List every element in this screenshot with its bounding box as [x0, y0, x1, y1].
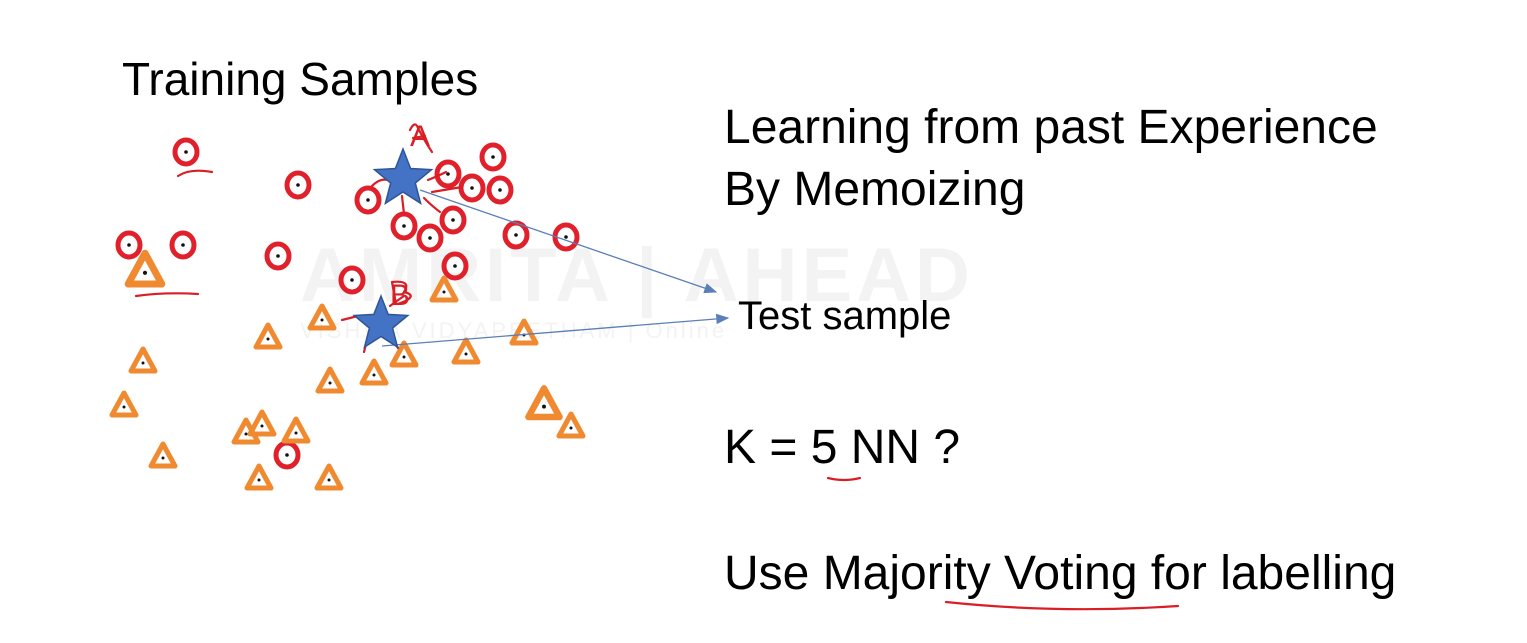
red-circle-icon — [175, 140, 197, 164]
link-stroke — [422, 196, 442, 214]
red-circle-icon — [461, 176, 483, 200]
arrow-a — [419, 189, 718, 294]
red-circle-icon — [341, 268, 363, 292]
orange-triangle-icon — [310, 306, 334, 328]
blue-star-icon — [372, 146, 434, 205]
orange-triangle-icon — [256, 325, 280, 347]
red-circle-icon — [442, 208, 464, 232]
orange-triangle-icon — [512, 321, 536, 343]
star-a-label: A — [410, 120, 430, 153]
orange-triangle-icon — [247, 466, 271, 488]
sample-scatter: A B — [0, 120, 1180, 611]
red-circle-icon — [419, 226, 441, 250]
orange-triangle-icon — [432, 278, 456, 300]
red-circle-icon — [118, 233, 140, 257]
orange-triangle-icon — [284, 419, 308, 441]
orange-triangle-icon — [454, 340, 478, 362]
red-circle-icon — [505, 223, 527, 247]
underline-stroke — [134, 292, 200, 298]
red-circle-icon — [276, 443, 298, 467]
voting-underline — [944, 600, 1180, 611]
link-stroke — [400, 194, 406, 216]
k-underline — [826, 476, 862, 482]
orange-triangle-icon — [318, 369, 342, 391]
orange-triangle-icon — [131, 349, 155, 371]
orange-triangle-icon — [317, 466, 341, 488]
orange-triangle-icon — [362, 361, 386, 383]
red-circle-icon — [482, 145, 504, 169]
red-circle-icon — [357, 188, 379, 212]
red-circle-icon — [393, 214, 415, 238]
orange-triangle-icon — [528, 388, 559, 417]
slide: AMRITA | AHEAD VISHWA VIDYAPEETHAM | Onl… — [0, 0, 1527, 643]
red-circle-icon — [267, 244, 289, 268]
red-circle-icon — [172, 233, 194, 257]
red-circle-icon — [287, 173, 309, 197]
underline-stroke — [176, 169, 214, 178]
arrow-b — [381, 313, 730, 347]
orange-triangle-icon — [112, 393, 136, 415]
orange-triangle-icon — [151, 444, 175, 466]
star-b-label: B — [390, 279, 410, 312]
test-arrows — [381, 189, 730, 347]
circle-samples — [118, 140, 577, 467]
link-stroke — [370, 178, 390, 188]
test-stars — [352, 146, 434, 349]
red-circle-icon — [489, 178, 511, 202]
red-circle-icon — [444, 254, 466, 278]
